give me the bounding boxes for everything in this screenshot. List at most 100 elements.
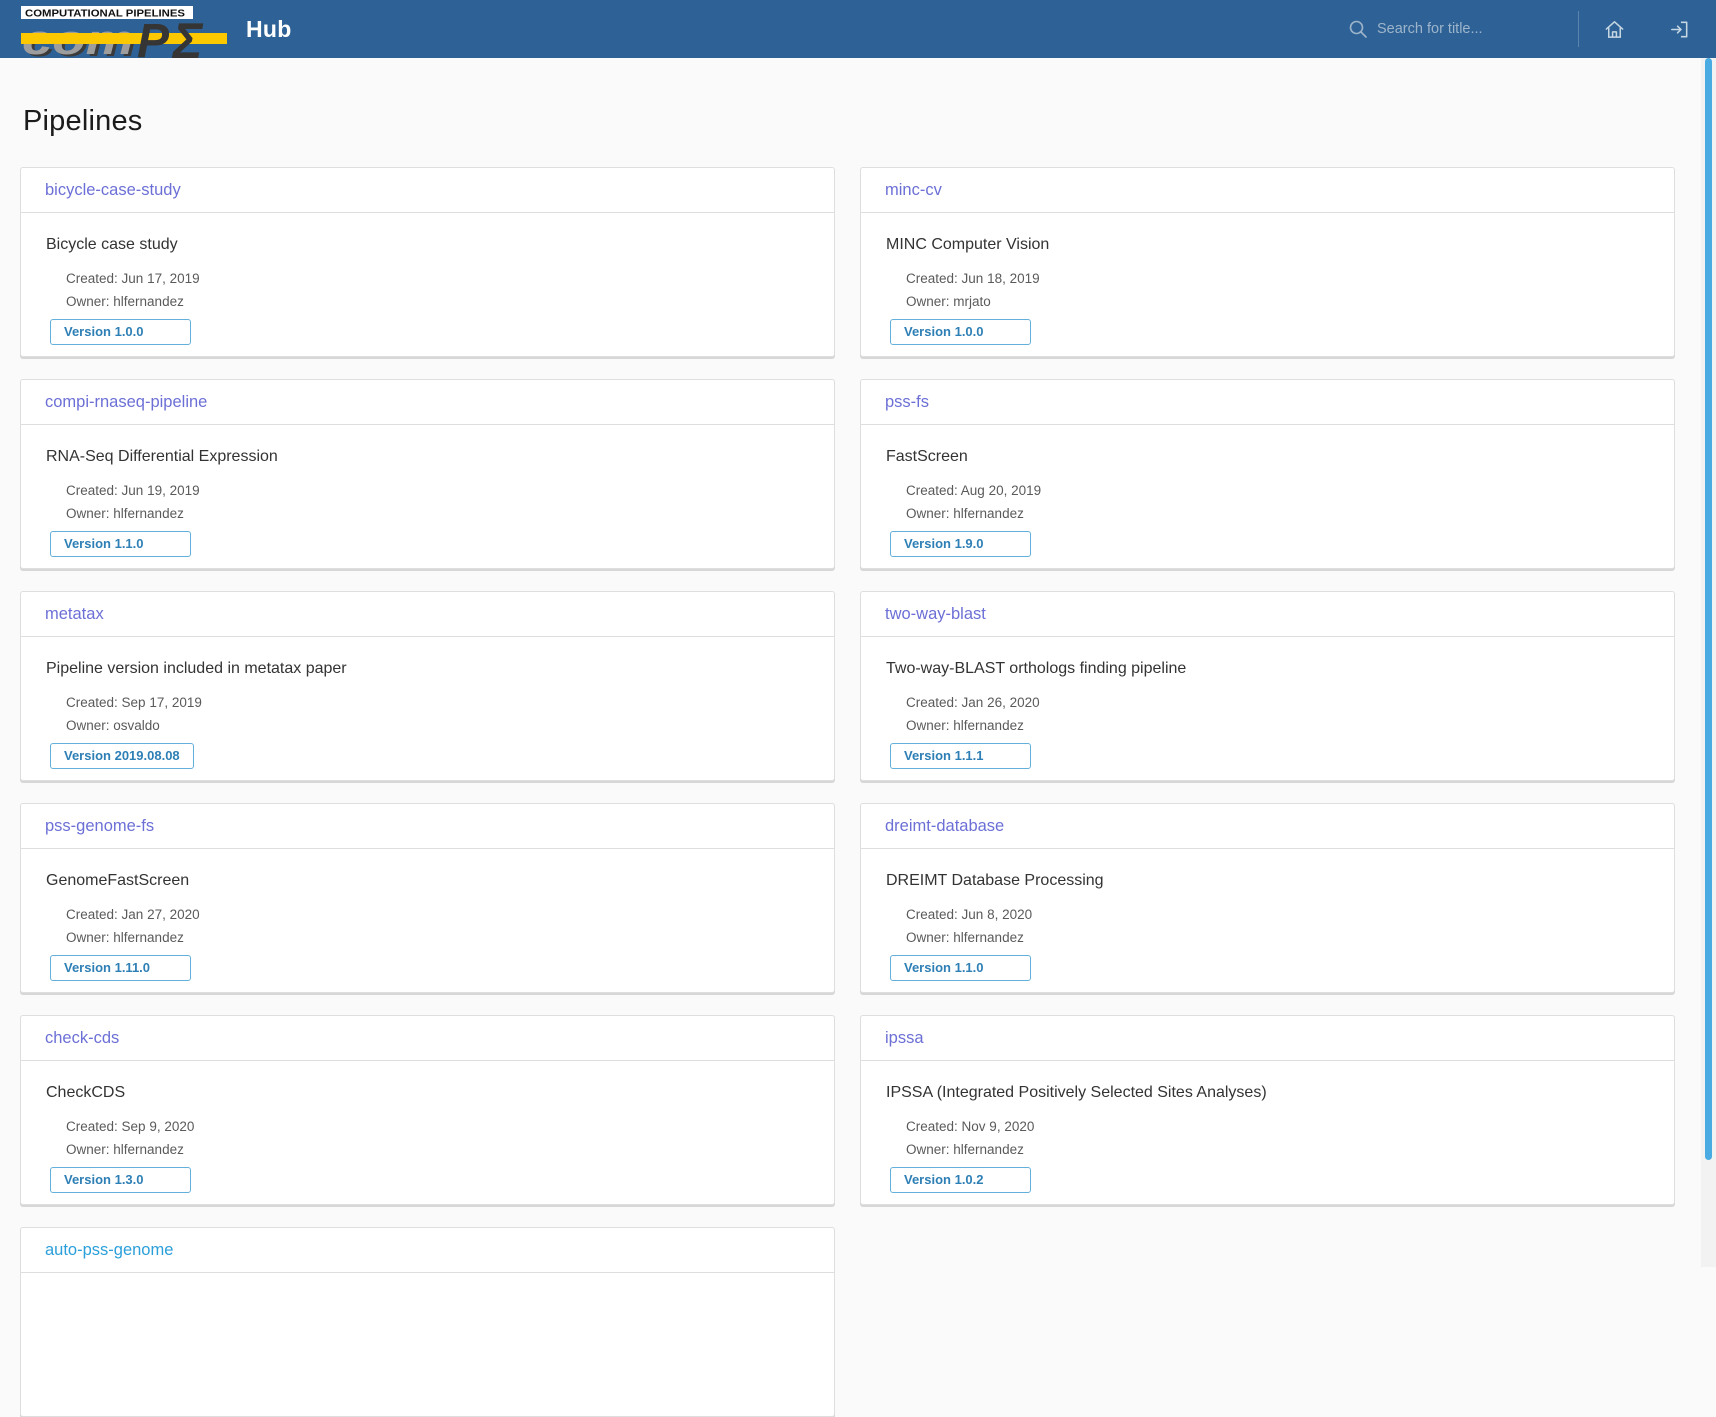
version-badge[interactable]: Version 1.0.0 bbox=[890, 319, 1031, 345]
pipeline-card-bicycle-case-study: bicycle-case-study Bicycle case study Cr… bbox=[20, 167, 835, 357]
pipeline-description: RNA-Seq Differential Expression bbox=[46, 448, 810, 466]
pipeline-meta: Created: Sep 17, 2019 Owner: osvaldo bbox=[66, 691, 810, 737]
pipeline-meta: Created: Sep 9, 2020 Owner: hlfernandez bbox=[66, 1115, 810, 1161]
created-row: Created: Sep 9, 2020 bbox=[66, 1115, 810, 1138]
created-row: Created: Jun 19, 2019 bbox=[66, 479, 810, 502]
pipeline-card-dreimt-database: dreimt-database DREIMT Database Processi… bbox=[860, 803, 1675, 993]
version-badge[interactable]: Version 1.11.0 bbox=[50, 955, 191, 981]
created-row: Created: Jun 18, 2019 bbox=[906, 267, 1650, 290]
pipeline-description: DREIMT Database Processing bbox=[886, 872, 1650, 890]
pipeline-meta: Created: Nov 9, 2020 Owner: hlfernandez bbox=[906, 1115, 1650, 1161]
pipeline-card-grid: bicycle-case-study Bicycle case study Cr… bbox=[20, 167, 1675, 1417]
scrollbar-track[interactable] bbox=[1701, 58, 1716, 1267]
owner-row: Owner: osvaldo bbox=[66, 714, 810, 737]
app-name: Hub bbox=[246, 16, 292, 43]
svg-text:Σ: Σ bbox=[171, 13, 204, 69]
pipeline-description: GenomeFastScreen bbox=[46, 872, 810, 890]
owner-row: Owner: mrjato bbox=[906, 290, 1650, 313]
pipeline-meta: Created: Jan 27, 2020 Owner: hlfernandez bbox=[66, 903, 810, 949]
pipeline-link[interactable]: bicycle-case-study bbox=[45, 181, 181, 199]
version-badge[interactable]: Version 1.3.0 bbox=[50, 1167, 191, 1193]
card-header: pss-fs bbox=[861, 380, 1674, 425]
pipeline-link[interactable]: check-cds bbox=[45, 1029, 119, 1047]
pipeline-meta: Created: Jun 17, 2019 Owner: hlfernandez bbox=[66, 267, 810, 313]
pipeline-description: Bicycle case study bbox=[46, 236, 810, 254]
home-icon bbox=[1603, 18, 1626, 41]
pipeline-meta: Created: Jun 19, 2019 Owner: hlfernandez bbox=[66, 479, 810, 525]
owner-row: Owner: hlfernandez bbox=[66, 926, 810, 949]
pipeline-card-metatax: metatax Pipeline version included in met… bbox=[20, 591, 835, 781]
compi-logo[interactable]: com com P Σ COMPUTATIONAL PIPELINES bbox=[0, 0, 228, 58]
pipeline-description: IPSSA (Integrated Positively Selected Si… bbox=[886, 1084, 1650, 1102]
version-badge[interactable]: Version 1.0.2 bbox=[890, 1167, 1031, 1193]
card-header: two-way-blast bbox=[861, 592, 1674, 637]
card-body: FastScreen Created: Aug 20, 2019 Owner: … bbox=[861, 425, 1674, 557]
login-icon bbox=[1668, 18, 1691, 41]
search-input[interactable] bbox=[1377, 21, 1557, 37]
card-header: ipssa bbox=[861, 1016, 1674, 1061]
created-row: Created: Sep 17, 2019 bbox=[66, 691, 810, 714]
version-badge[interactable]: Version 1.9.0 bbox=[890, 531, 1031, 557]
pipeline-link[interactable]: ipssa bbox=[885, 1029, 924, 1047]
card-body: Pipeline version included in metatax pap… bbox=[21, 637, 834, 769]
app-header: com com P Σ COMPUTATIONAL PIPELINES Hub bbox=[0, 0, 1716, 58]
card-body: GenomeFastScreen Created: Jan 27, 2020 O… bbox=[21, 849, 834, 981]
page-title: Pipelines bbox=[23, 105, 1716, 138]
header-divider bbox=[1578, 11, 1579, 47]
card-header: bicycle-case-study bbox=[21, 168, 834, 213]
card-body: CheckCDS Created: Sep 9, 2020 Owner: hlf… bbox=[21, 1061, 834, 1193]
pipeline-link[interactable]: metatax bbox=[45, 605, 104, 623]
pipeline-card-auto-pss-genome: auto-pss-genome bbox=[20, 1227, 835, 1417]
pipeline-link[interactable]: pss-fs bbox=[885, 393, 929, 411]
pipeline-description: CheckCDS bbox=[46, 1084, 810, 1102]
owner-row: Owner: hlfernandez bbox=[66, 290, 810, 313]
created-row: Created: Jan 27, 2020 bbox=[66, 903, 810, 926]
search-icon bbox=[1348, 19, 1368, 39]
card-header: check-cds bbox=[21, 1016, 834, 1061]
login-button[interactable] bbox=[1664, 14, 1695, 45]
owner-row: Owner: hlfernandez bbox=[66, 1138, 810, 1161]
version-badge[interactable]: Version 1.1.1 bbox=[890, 743, 1031, 769]
version-badge[interactable]: Version 2019.08.08 bbox=[50, 743, 194, 769]
card-body: DREIMT Database Processing Created: Jun … bbox=[861, 849, 1674, 981]
pipeline-card-minc-cv: minc-cv MINC Computer Vision Created: Ju… bbox=[860, 167, 1675, 357]
pipeline-description: FastScreen bbox=[886, 448, 1650, 466]
pipeline-meta: Created: Jun 18, 2019 Owner: mrjato bbox=[906, 267, 1650, 313]
card-header: minc-cv bbox=[861, 168, 1674, 213]
card-header: compi-rnaseq-pipeline bbox=[21, 380, 834, 425]
pipeline-meta: Created: Jun 8, 2020 Owner: hlfernandez bbox=[906, 903, 1650, 949]
pipeline-link[interactable]: compi-rnaseq-pipeline bbox=[45, 393, 207, 411]
version-badge[interactable]: Version 1.1.0 bbox=[50, 531, 191, 557]
pipeline-link[interactable]: minc-cv bbox=[885, 181, 942, 199]
owner-row: Owner: hlfernandez bbox=[906, 502, 1650, 525]
pipeline-description: MINC Computer Vision bbox=[886, 236, 1650, 254]
version-badge[interactable]: Version 1.1.0 bbox=[890, 955, 1031, 981]
pipeline-meta: Created: Aug 20, 2019 Owner: hlfernandez bbox=[906, 479, 1650, 525]
version-badge[interactable]: Version 1.0.0 bbox=[50, 319, 191, 345]
owner-row: Owner: hlfernandez bbox=[906, 1138, 1650, 1161]
pipeline-description: Pipeline version included in metatax pap… bbox=[46, 660, 810, 678]
owner-row: Owner: hlfernandez bbox=[66, 502, 810, 525]
created-row: Created: Jan 26, 2020 bbox=[906, 691, 1650, 714]
pipeline-link[interactable]: pss-genome-fs bbox=[45, 817, 154, 835]
home-button[interactable] bbox=[1599, 14, 1630, 45]
card-body: IPSSA (Integrated Positively Selected Si… bbox=[861, 1061, 1674, 1193]
scrollbar-thumb[interactable] bbox=[1705, 58, 1712, 1160]
pipeline-card-pss-fs: pss-fs FastScreen Created: Aug 20, 2019 … bbox=[860, 379, 1675, 569]
pipeline-card-ipssa: ipssa IPSSA (Integrated Positively Selec… bbox=[860, 1015, 1675, 1205]
compi-logo-graphic: com com P Σ COMPUTATIONAL PIPELINES bbox=[21, 6, 241, 60]
card-header: metatax bbox=[21, 592, 834, 637]
owner-row: Owner: hlfernandez bbox=[906, 714, 1650, 737]
card-body: Bicycle case study Created: Jun 17, 2019… bbox=[21, 213, 834, 345]
pipeline-card-check-cds: check-cds CheckCDS Created: Sep 9, 2020 … bbox=[20, 1015, 835, 1205]
card-body bbox=[21, 1273, 834, 1296]
card-body: Two-way-BLAST orthologs finding pipeline… bbox=[861, 637, 1674, 769]
svg-text:P: P bbox=[137, 15, 170, 68]
header-actions bbox=[1348, 0, 1716, 58]
card-header: pss-genome-fs bbox=[21, 804, 834, 849]
pipeline-card-two-way-blast: two-way-blast Two-way-BLAST orthologs fi… bbox=[860, 591, 1675, 781]
pipeline-link[interactable]: dreimt-database bbox=[885, 817, 1004, 835]
pipeline-link[interactable]: auto-pss-genome bbox=[45, 1241, 173, 1259]
search-box[interactable] bbox=[1348, 19, 1566, 39]
pipeline-link[interactable]: two-way-blast bbox=[885, 605, 986, 623]
